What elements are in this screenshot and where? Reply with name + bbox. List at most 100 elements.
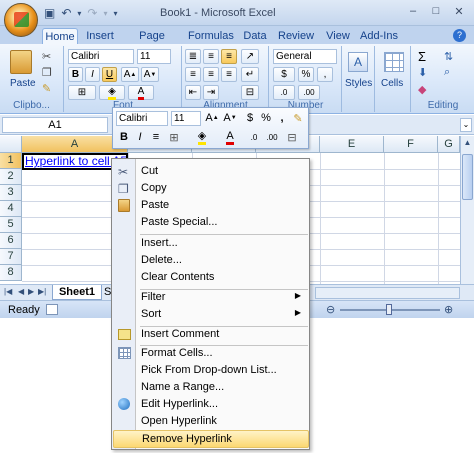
zoom-slider-knob[interactable]: [386, 304, 392, 315]
name-box[interactable]: A1: [2, 117, 108, 133]
merge-center-icon[interactable]: ⊟: [241, 85, 259, 100]
align-top-icon[interactable]: ≣: [185, 49, 201, 64]
number-format-combo[interactable]: General: [273, 49, 337, 64]
currency-icon[interactable]: $: [273, 67, 295, 82]
row-header-4[interactable]: 4: [0, 201, 22, 217]
cells-icon[interactable]: [384, 52, 404, 72]
expand-formula-bar-icon[interactable]: ⌄: [460, 118, 472, 132]
mini-format-painter-icon[interactable]: ✎: [291, 111, 305, 125]
customize-qat-icon[interactable]: ▾: [114, 9, 118, 18]
italic-button[interactable]: I: [85, 67, 100, 82]
cut-icon[interactable]: ✂: [42, 50, 51, 63]
paste-icon[interactable]: [10, 50, 32, 74]
tab-add-ins[interactable]: Add-Ins: [360, 28, 398, 44]
menu-item-remove-hyperlink[interactable]: Remove Hyperlink: [113, 430, 309, 448]
find-select-icon[interactable]: ⌕: [444, 66, 450, 79]
menu-item-edit-hyperlink[interactable]: Edit Hyperlink...: [113, 396, 309, 414]
fill-color-icon[interactable]: ◈: [99, 85, 125, 100]
tab-page-layout[interactable]: Page Layout: [124, 28, 180, 58]
align-right-icon[interactable]: ≡: [221, 67, 237, 82]
bold-button[interactable]: B: [68, 67, 83, 82]
sheet-nav-prev-icon[interactable]: ◀: [18, 287, 24, 296]
scroll-up-icon[interactable]: ▲: [461, 138, 474, 147]
align-bottom-icon[interactable]: ≡: [221, 49, 237, 64]
sheet-nav-last-icon[interactable]: ▶|: [38, 287, 46, 296]
mini-italic-button[interactable]: I: [133, 130, 147, 144]
mini-grow-font-icon[interactable]: A ▲: [205, 111, 219, 125]
row-header-1[interactable]: 1: [0, 153, 22, 169]
menu-item-delete[interactable]: Delete...: [113, 252, 309, 270]
align-middle-icon[interactable]: ≡: [203, 49, 219, 64]
tab-insert[interactable]: Insert: [84, 28, 116, 44]
increase-indent-icon[interactable]: ⇥: [203, 85, 219, 100]
mini-center-button[interactable]: ≡: [149, 130, 163, 144]
font-name-combo[interactable]: Calibri: [68, 49, 134, 64]
menu-item-sort[interactable]: Sort ▶: [113, 306, 309, 324]
mini-font-name-combo[interactable]: Calibri: [116, 111, 168, 126]
paste-button-label[interactable]: Paste: [10, 78, 36, 89]
tab-view[interactable]: View: [324, 28, 352, 44]
shrink-font-icon[interactable]: A ▼: [141, 67, 159, 82]
menu-item-format-cells[interactable]: Format Cells...: [113, 345, 309, 363]
mini-merge-center-icon[interactable]: ⊟: [285, 130, 299, 144]
percent-icon[interactable]: %: [298, 67, 314, 82]
mini-bold-button[interactable]: B: [117, 130, 131, 144]
orientation-icon[interactable]: ↗: [241, 49, 259, 64]
align-left-icon[interactable]: ≡: [185, 67, 201, 82]
menu-item-insert-comment[interactable]: Insert Comment: [113, 326, 309, 344]
autosum-icon[interactable]: Σ: [418, 49, 426, 64]
menu-item-copy[interactable]: ❐ Copy: [113, 180, 309, 198]
grow-font-icon[interactable]: A ▲: [121, 67, 139, 82]
macro-record-icon[interactable]: [46, 304, 58, 315]
styles-icon[interactable]: A: [348, 52, 368, 72]
font-color-icon[interactable]: A: [128, 85, 154, 100]
styles-button-label[interactable]: Styles: [345, 78, 372, 89]
cells-button-label[interactable]: Cells: [381, 78, 403, 89]
horizontal-scrollbar[interactable]: [315, 287, 460, 299]
zoom-in-icon[interactable]: ⊕: [444, 303, 453, 316]
column-header-e[interactable]: E: [320, 136, 384, 153]
font-size-combo[interactable]: 11: [137, 49, 171, 64]
menu-item-open-hyperlink[interactable]: Open Hyperlink: [113, 413, 309, 431]
vertical-scrollbar[interactable]: ▲: [460, 136, 474, 284]
comma-style-icon[interactable]: ,: [317, 67, 333, 82]
mini-percent-button[interactable]: %: [259, 111, 273, 125]
decrease-indent-icon[interactable]: ⇤: [185, 85, 201, 100]
undo-dropdown-icon[interactable]: ▾: [77, 9, 81, 18]
menu-item-clear-contents[interactable]: Clear Contents: [113, 269, 309, 287]
sheet-nav-first-icon[interactable]: |◀: [4, 287, 12, 296]
row-header-7[interactable]: 7: [0, 249, 22, 265]
column-header-g[interactable]: G: [438, 136, 460, 153]
mini-font-size-combo[interactable]: 11: [171, 111, 201, 126]
close-button[interactable]: ✕: [448, 2, 470, 20]
mini-comma-button[interactable]: ,: [275, 111, 289, 125]
tab-data[interactable]: Data: [242, 28, 268, 44]
office-button[interactable]: [4, 3, 38, 37]
sheet-tab-sheet1[interactable]: Sheet1: [52, 285, 102, 300]
save-icon[interactable]: ▣: [44, 6, 55, 20]
zoom-out-icon[interactable]: ⊖: [326, 303, 335, 316]
fill-icon[interactable]: ⬇: [418, 66, 427, 79]
help-icon[interactable]: ?: [453, 29, 466, 42]
menu-item-insert[interactable]: Insert...: [113, 235, 309, 253]
wrap-text-icon[interactable]: ↵: [241, 67, 259, 82]
sort-filter-icon[interactable]: ⇅: [444, 50, 453, 63]
vertical-scroll-thumb[interactable]: [462, 154, 473, 200]
maximize-button[interactable]: □: [425, 2, 447, 20]
decrease-decimal-icon[interactable]: .00: [298, 85, 320, 100]
redo-dropdown-icon[interactable]: ▾: [103, 9, 107, 18]
copy-icon[interactable]: ❐: [42, 66, 52, 79]
mini-borders-icon[interactable]: ⊞: [167, 130, 181, 144]
mini-fill-color-icon[interactable]: ◈: [195, 130, 209, 145]
align-center-icon[interactable]: ≡: [203, 67, 219, 82]
tab-formulas[interactable]: Formulas: [188, 28, 234, 44]
underline-button[interactable]: U: [102, 67, 117, 82]
undo-icon[interactable]: ↶: [61, 6, 71, 20]
borders-icon[interactable]: ⊞: [68, 85, 96, 100]
row-header-6[interactable]: 6: [0, 233, 22, 249]
mini-decrease-decimal-icon[interactable]: .00: [265, 130, 279, 144]
menu-item-paste[interactable]: Paste: [113, 197, 309, 215]
menu-item-pick-from-list[interactable]: Pick From Drop-down List...: [113, 362, 309, 380]
select-all-corner[interactable]: [0, 136, 22, 153]
column-header-f[interactable]: F: [384, 136, 438, 153]
